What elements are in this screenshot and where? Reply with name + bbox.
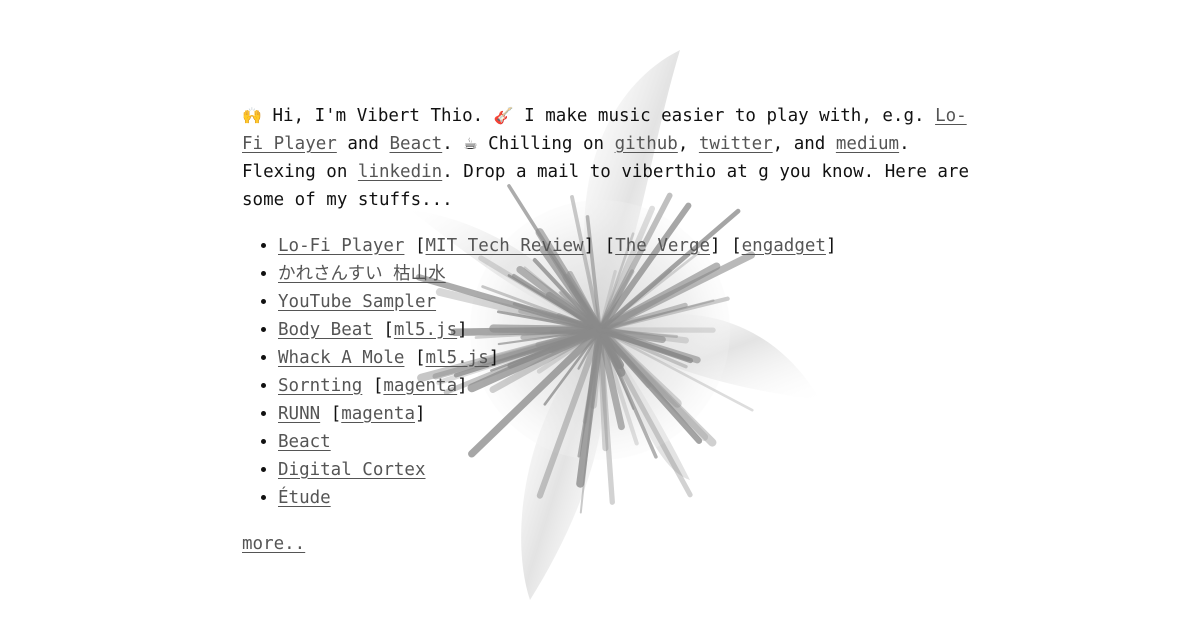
project-reference-link[interactable]: ml5.js bbox=[394, 320, 457, 340]
link-twitter[interactable]: twitter bbox=[699, 134, 773, 154]
list-item: Lo-Fi Player [MIT Tech Review] [The Verg… bbox=[278, 232, 982, 260]
ref-bracket: ] bbox=[825, 236, 837, 256]
project-reference-link[interactable]: MIT Tech Review bbox=[426, 236, 584, 256]
project-link[interactable]: Beact bbox=[278, 432, 331, 452]
list-item: Digital Cortex bbox=[278, 456, 982, 484]
ref-bracket: [ bbox=[404, 236, 426, 256]
project-link[interactable]: Body Beat bbox=[278, 320, 373, 340]
ref-bracket: [ bbox=[404, 348, 426, 368]
list-item: Étude bbox=[278, 484, 982, 512]
more-link[interactable]: more.. bbox=[242, 530, 305, 558]
project-link[interactable]: RUNN bbox=[278, 404, 320, 424]
ref-bracket: ] bbox=[488, 348, 500, 368]
link-medium[interactable]: medium bbox=[836, 134, 899, 154]
link-github[interactable]: github bbox=[615, 134, 678, 154]
ref-bracket: ] bbox=[457, 320, 468, 340]
project-reference-link[interactable]: engadget bbox=[742, 236, 826, 256]
ref-bracket: [ bbox=[720, 236, 742, 256]
project-link[interactable]: YouTube Sampler bbox=[278, 292, 436, 312]
intro-make-text: I make music easier to play with, e.g. bbox=[513, 106, 936, 126]
list-item: かれさんすい 枯山水 bbox=[278, 260, 982, 288]
ref-bracket: ] bbox=[415, 404, 426, 424]
project-link[interactable]: Étude bbox=[278, 488, 331, 508]
link-linkedin[interactable]: linkedin bbox=[358, 162, 442, 182]
ref-bracket: ] bbox=[583, 236, 595, 256]
ref-bracket: [ bbox=[320, 404, 342, 424]
intro-chilling-text: Chilling on bbox=[477, 134, 615, 154]
ref-bracket: [ bbox=[372, 320, 394, 340]
raised-hands-icon: 🙌 bbox=[242, 106, 262, 125]
list-item: Sornting [magenta] bbox=[278, 372, 982, 400]
list-item: YouTube Sampler bbox=[278, 288, 982, 316]
main-content: 🙌 Hi, I'm Vibert Thio. 🎸 I make music ea… bbox=[242, 102, 982, 558]
intro-period: . bbox=[442, 134, 464, 154]
link-beact[interactable]: Beact bbox=[390, 134, 443, 154]
project-reference-link[interactable]: magenta bbox=[383, 376, 457, 396]
coffee-icon: ☕ bbox=[463, 134, 478, 153]
ref-bracket: ] bbox=[457, 376, 468, 396]
project-link[interactable]: Digital Cortex bbox=[278, 460, 426, 480]
project-reference-link[interactable]: magenta bbox=[341, 404, 415, 424]
project-reference-link[interactable]: The Verge bbox=[615, 236, 710, 256]
ref-bracket: [ bbox=[362, 376, 384, 396]
ref-bracket: ] bbox=[710, 236, 721, 256]
intro-and-2: , and bbox=[772, 134, 836, 154]
list-item: RUNN [magenta] bbox=[278, 400, 982, 428]
intro-greeting: Hi, I'm Vibert Thio. bbox=[261, 106, 494, 126]
ref-bracket: [ bbox=[594, 236, 616, 256]
list-item: Beact bbox=[278, 428, 982, 456]
project-link[interactable]: Sornting bbox=[278, 376, 362, 396]
project-link[interactable]: Whack A Mole bbox=[278, 348, 404, 368]
list-item: Body Beat [ml5.js] bbox=[278, 316, 982, 344]
project-reference-link[interactable]: ml5.js bbox=[426, 348, 489, 368]
intro-paragraph: 🙌 Hi, I'm Vibert Thio. 🎸 I make music ea… bbox=[242, 102, 982, 214]
guitar-icon: 🎸 bbox=[493, 106, 514, 125]
project-link[interactable]: かれさんすい 枯山水 bbox=[278, 264, 446, 284]
intro-and: and bbox=[336, 134, 390, 154]
intro-comma: , bbox=[677, 134, 699, 154]
project-list: Lo-Fi Player [MIT Tech Review] [The Verg… bbox=[242, 232, 982, 512]
project-link[interactable]: Lo-Fi Player bbox=[278, 236, 404, 256]
list-item: Whack A Mole [ml5.js] bbox=[278, 344, 982, 372]
